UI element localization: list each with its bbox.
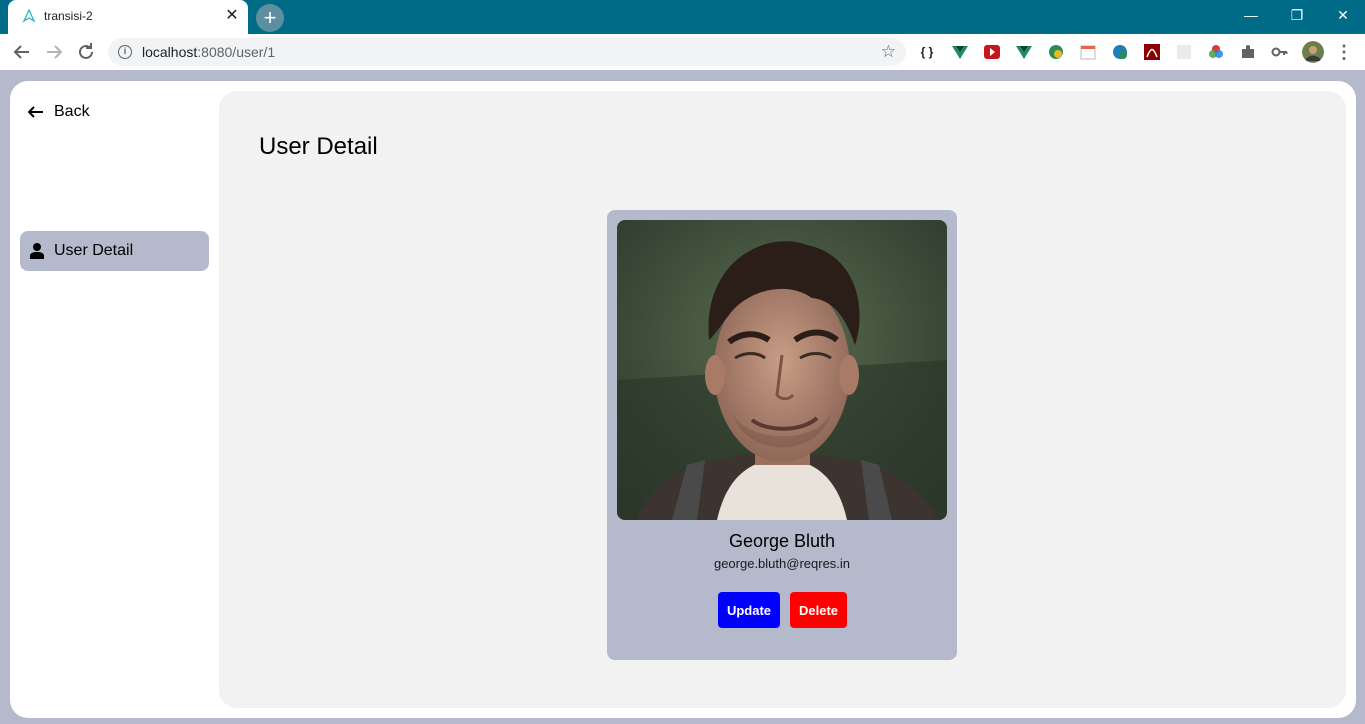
update-button[interactable]: Update <box>718 592 780 628</box>
site-info-icon[interactable]: i <box>118 45 132 59</box>
pdf-icon[interactable] <box>1143 43 1161 61</box>
browser-tab[interactable]: transisi-2 ✕ <box>8 0 248 34</box>
user-card: George Bluth george.bluth@reqres.in Upda… <box>607 210 957 660</box>
calendar-icon[interactable] <box>1079 43 1097 61</box>
address-bar[interactable]: i localhost:8080/user/1 ☆ <box>108 38 906 66</box>
sidebar-item-user-detail[interactable]: User Detail <box>20 231 209 271</box>
page-title: User Detail <box>259 133 378 160</box>
vue-icon[interactable] <box>1015 43 1033 61</box>
globe-2-icon[interactable] <box>1111 43 1129 61</box>
browser-toolbar: i localhost:8080/user/1 ☆ { } ⋮ <box>0 34 1365 70</box>
browser-titlebar: transisi-2 ✕ + — ❐ ✕ <box>0 0 1365 34</box>
video-icon[interactable] <box>983 43 1001 61</box>
tab-close-icon[interactable]: ✕ <box>224 8 240 24</box>
url-text[interactable]: localhost:8080/user/1 <box>142 44 275 60</box>
puzzle-gray-icon[interactable] <box>1175 43 1193 61</box>
app-favicon-icon <box>22 9 36 23</box>
user-email: george.bluth@reqres.in <box>713 556 851 571</box>
delete-button[interactable]: Delete <box>790 592 847 628</box>
back-link[interactable]: Back <box>28 101 90 123</box>
browser-menu-icon[interactable]: ⋮ <box>1335 43 1353 61</box>
bookmark-star-icon[interactable]: ☆ <box>881 42 896 62</box>
user-avatar-photo <box>617 220 947 520</box>
back-label: Back <box>54 103 90 120</box>
app-page: Back User Detail User Detail George Blut… <box>10 81 1356 718</box>
key-icon[interactable] <box>1271 43 1289 61</box>
user-icon <box>30 243 44 259</box>
globe-icon[interactable] <box>1047 43 1065 61</box>
color-wheel-icon[interactable] <box>1207 43 1225 61</box>
tab-title: transisi-2 <box>44 9 93 23</box>
puzzle-icon[interactable] <box>1239 43 1257 61</box>
user-name: George Bluth <box>728 531 836 551</box>
back-nav-icon[interactable] <box>10 40 34 64</box>
main-panel: User Detail George Bluth george.bluth@re… <box>219 91 1346 708</box>
braces-icon[interactable]: { } <box>918 43 936 61</box>
arrow-left-icon <box>28 106 43 118</box>
minimize-button[interactable]: — <box>1228 0 1274 30</box>
url-host: localhost <box>142 44 198 60</box>
profile-avatar[interactable] <box>1302 41 1324 63</box>
close-window-button[interactable]: ✕ <box>1320 0 1365 30</box>
reload-icon[interactable] <box>74 40 98 64</box>
vue-devtools-icon[interactable] <box>951 43 969 61</box>
new-tab-button[interactable]: + <box>256 4 284 32</box>
sidebar-item-label: User Detail <box>54 242 134 259</box>
forward-nav-icon[interactable] <box>42 40 66 64</box>
restore-button[interactable]: ❐ <box>1274 0 1320 30</box>
url-path: :8080/user/1 <box>197 44 276 60</box>
